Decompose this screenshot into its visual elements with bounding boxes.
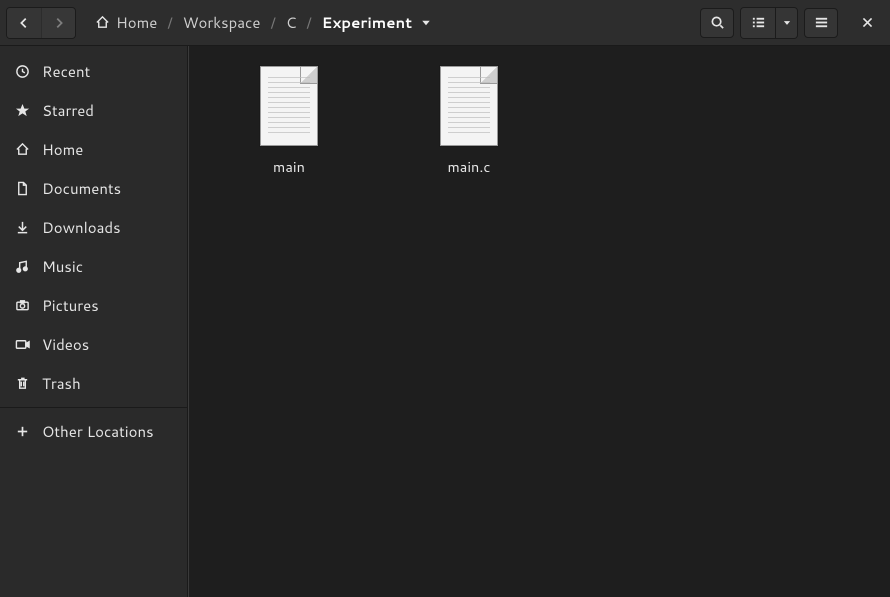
breadcrumb-workspace[interactable]: Workspace [183, 12, 261, 33]
home-icon [14, 142, 30, 158]
nav-back-button[interactable] [7, 8, 41, 38]
sidebar-item-music[interactable]: Music [0, 247, 187, 286]
sidebar-item-label: Trash [42, 373, 81, 394]
breadcrumb-current[interactable]: Experiment [322, 12, 432, 33]
sidebar-item-label: Starred [42, 100, 94, 121]
document-icon [14, 181, 30, 197]
sidebar-item-recent[interactable]: Recent [0, 52, 187, 91]
sidebar-item-videos[interactable]: Videos [0, 325, 187, 364]
hamburger-icon [814, 15, 829, 30]
file-name: main.c [447, 156, 490, 177]
sidebar-item-label: Music [42, 256, 83, 277]
sidebar-item-label: Home [42, 139, 83, 160]
sidebar-item-label: Videos [42, 334, 89, 355]
sidebar: Recent Starred Home Documents Downloads [0, 46, 188, 597]
sidebar-item-starred[interactable]: Starred [0, 91, 187, 130]
sidebar-item-home[interactable]: Home [0, 130, 187, 169]
search-icon [710, 15, 725, 30]
breadcrumb-label: Workspace [183, 12, 261, 33]
chevron-right-icon [52, 16, 66, 30]
chevron-down-icon [420, 17, 432, 29]
sidebar-item-other-locations[interactable]: Other Locations [0, 412, 187, 451]
list-icon [751, 15, 766, 30]
sidebar-item-downloads[interactable]: Downloads [0, 208, 187, 247]
sidebar-item-label: Downloads [42, 217, 121, 238]
sidebar-item-documents[interactable]: Documents [0, 169, 187, 208]
plus-icon [14, 424, 30, 440]
clock-icon [14, 64, 30, 80]
nav-buttons [6, 7, 76, 39]
breadcrumb-separator: / [306, 12, 311, 33]
sidebar-item-pictures[interactable]: Pictures [0, 286, 187, 325]
file-name: main [273, 156, 305, 177]
sidebar-item-label: Recent [42, 61, 90, 82]
breadcrumb-label: Experiment [322, 12, 412, 33]
breadcrumb-separator: / [270, 12, 275, 33]
camera-icon [14, 298, 30, 314]
chevron-down-icon [782, 18, 792, 28]
close-button[interactable] [850, 8, 884, 38]
download-icon [14, 220, 30, 236]
home-icon [94, 15, 110, 31]
nav-forward-button[interactable] [41, 8, 75, 38]
trash-icon [14, 376, 30, 392]
list-view-button[interactable] [741, 8, 775, 38]
chevron-left-icon [17, 16, 31, 30]
music-icon [14, 259, 30, 275]
file-item[interactable]: main.c [399, 66, 539, 177]
hamburger-menu-button[interactable] [804, 8, 838, 38]
text-file-icon [440, 66, 498, 146]
sidebar-item-label: Documents [42, 178, 121, 199]
breadcrumb-separator: / [167, 12, 172, 33]
headerbar: Home / Workspace / C / Experiment [0, 0, 890, 46]
breadcrumb-label: Home [116, 12, 157, 33]
view-options-button[interactable] [775, 8, 797, 38]
close-icon [861, 16, 874, 29]
file-item[interactable]: main [219, 66, 359, 177]
view-switcher [740, 7, 798, 39]
breadcrumb-home[interactable]: Home [94, 12, 157, 33]
content: Recent Starred Home Documents Downloads [0, 46, 890, 597]
star-icon [14, 103, 30, 119]
sidebar-item-label: Pictures [42, 295, 99, 316]
sidebar-item-trash[interactable]: Trash [0, 364, 187, 403]
file-grid[interactable]: main main.c [188, 46, 890, 597]
breadcrumb: Home / Workspace / C / Experiment [94, 12, 696, 33]
sidebar-item-label: Other Locations [42, 421, 154, 442]
text-file-icon [260, 66, 318, 146]
breadcrumb-c[interactable]: C [286, 12, 297, 33]
sidebar-separator [0, 407, 187, 408]
video-icon [14, 337, 30, 353]
breadcrumb-label: C [286, 12, 297, 33]
toolbar-right [700, 7, 884, 39]
search-button[interactable] [700, 8, 734, 38]
